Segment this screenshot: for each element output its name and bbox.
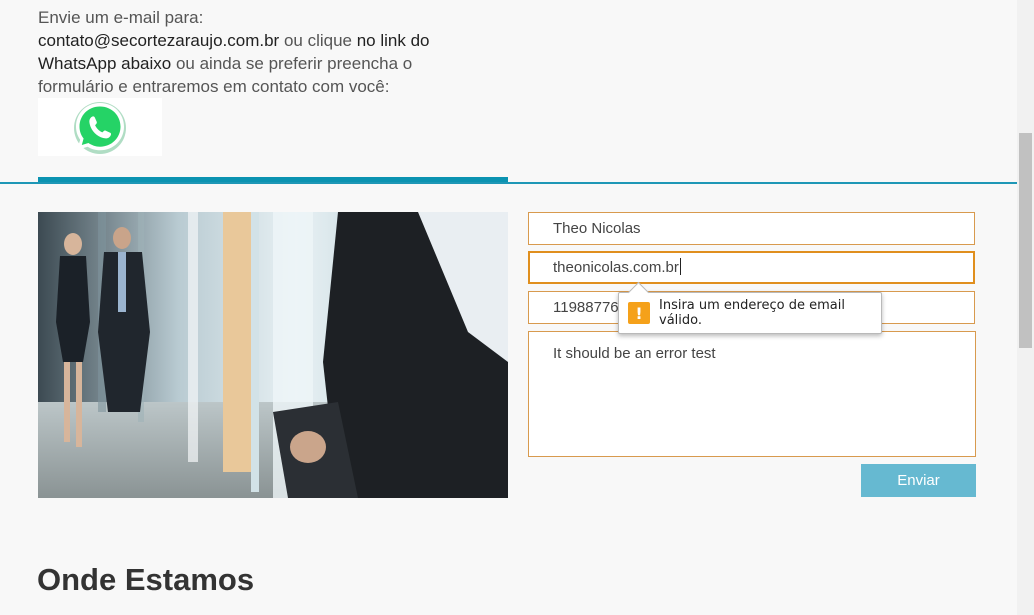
warning-icon: ! <box>628 302 650 324</box>
text-caret <box>679 258 681 275</box>
message-value: It should be an error test <box>553 345 716 362</box>
contact-email-link[interactable]: contato@secortezaraujo.com.br <box>38 31 279 50</box>
email-field-value: theonicolas.com.br <box>553 259 679 276</box>
scrollbar-thumb[interactable] <box>1019 133 1032 348</box>
section-divider <box>0 182 1017 184</box>
intro-line: Envie um e-mail para: <box>38 8 204 27</box>
whatsapp-button[interactable] <box>38 98 162 156</box>
submit-button[interactable]: Enviar <box>861 464 976 497</box>
section-title: Onde Estamos <box>37 562 255 597</box>
name-field[interactable] <box>528 212 975 245</box>
tooltip-arrow <box>627 281 650 304</box>
message-textarea[interactable]: It should be an error test <box>528 331 976 457</box>
email-field[interactable]: theonicolas.com.br <box>528 251 975 284</box>
email-validation-tooltip: ! Insira um endereço de email válido. <box>618 281 882 334</box>
business-people-photo <box>38 212 508 498</box>
whatsapp-icon <box>74 102 126 154</box>
contact-intro: Envie um e-mail para: contato@secortezar… <box>38 6 478 98</box>
page-scrollbar[interactable] <box>1017 0 1034 615</box>
intro-text: ou clique <box>279 31 357 50</box>
validation-message: Insira um endereço de email válido. <box>659 298 845 328</box>
